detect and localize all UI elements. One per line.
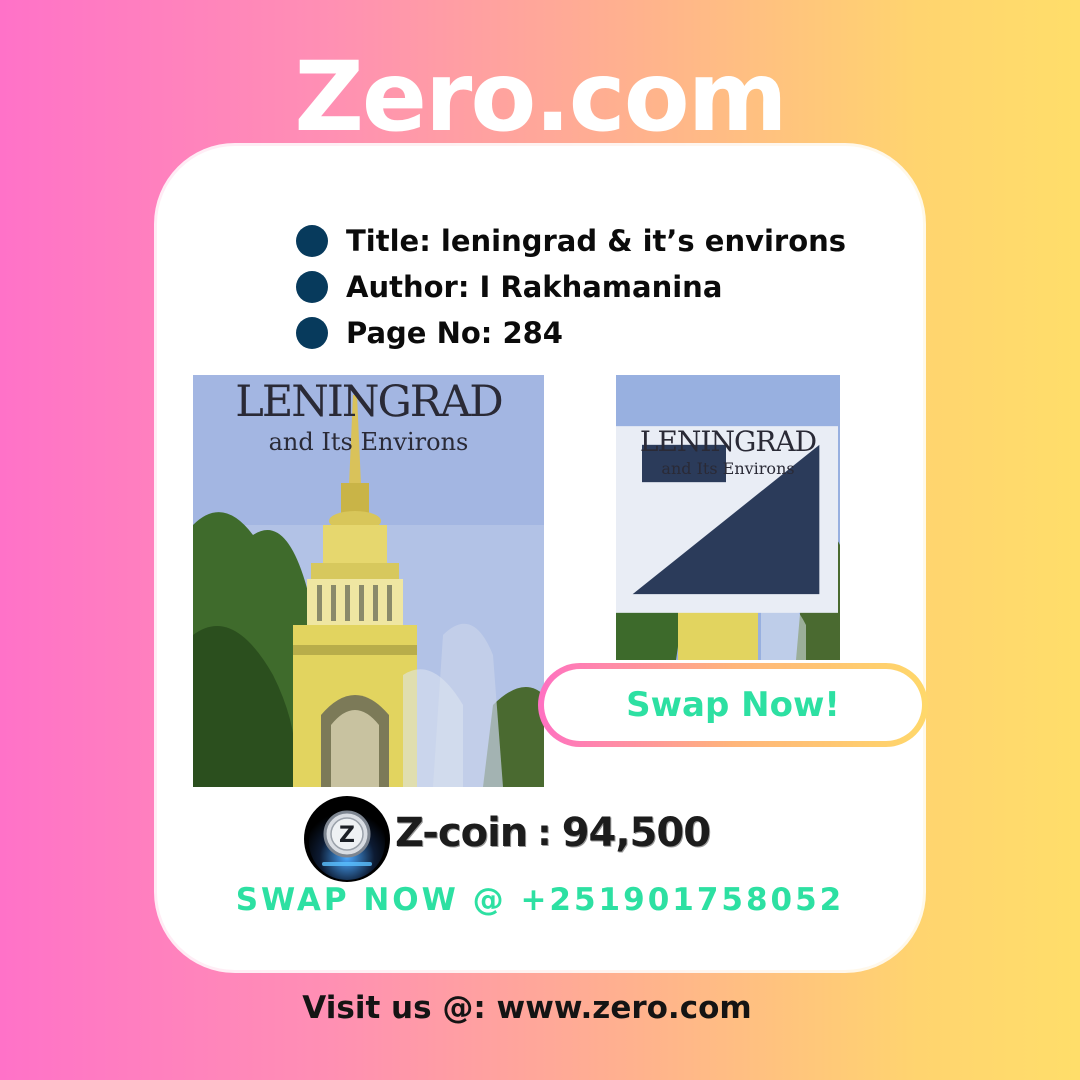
book-cover-thumbnail: LENINGRAD and Its Environs [616, 375, 840, 660]
book-cover-front: LENINGRAD and Its Environs [193, 375, 544, 787]
swap-now-button[interactable]: Swap Now! [538, 663, 928, 747]
bullet-dot-icon [296, 271, 328, 303]
cover-subtitle: and Its Environs [661, 459, 795, 478]
info-row-author: Author: I Rakhamanina [296, 264, 846, 310]
coin-glyph: Z [339, 823, 355, 848]
cover-title: LENINGRAD [639, 425, 817, 458]
currency-label: Z-coin [395, 810, 528, 856]
price-separator: : [537, 812, 552, 854]
book-pages: Page No: 284 [346, 316, 563, 350]
price-row: Z-coin : 94,500 [395, 810, 711, 856]
bullet-dot-icon [296, 317, 328, 349]
book-author: Author: I Rakhamanina [346, 270, 723, 304]
book-title: Title: leningrad & it’s environs [346, 224, 847, 258]
z-coin-icon: Z [304, 796, 390, 882]
cover-subtitle: and Its Environs [268, 428, 469, 456]
swap-now-label: Swap Now! [626, 685, 840, 725]
info-row-title: Title: leningrad & it’s environs [296, 218, 846, 264]
book-info-list: Title: leningrad & it’s environs Author:… [296, 218, 846, 356]
swap-now-button-face[interactable]: Swap Now! [544, 669, 922, 741]
publisher-logo-icon [616, 426, 838, 613]
cover-title: LENINGRAD [235, 377, 503, 427]
bullet-dot-icon [296, 225, 328, 257]
swap-contact-line[interactable]: SWAP NOW @ +251901758052 [0, 882, 1080, 918]
visit-website-link[interactable]: Visit us @: www.zero.com [0, 990, 1054, 1026]
price-amount: 94,500 [561, 810, 711, 856]
info-row-pages: Page No: 284 [296, 310, 846, 356]
